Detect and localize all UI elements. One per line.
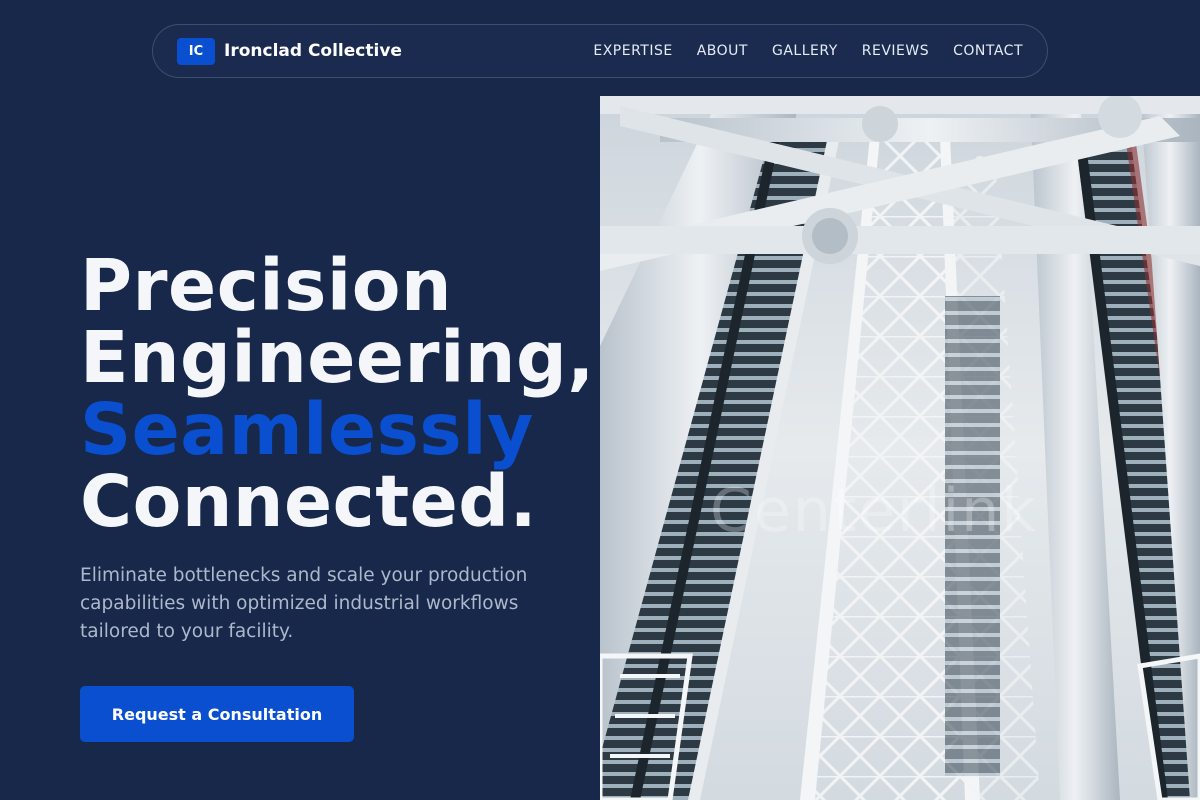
nav-link-about[interactable]: ABOUT [697,43,748,59]
image-watermark: Centerlink [710,476,1039,546]
nav-link-gallery[interactable]: GALLERY [772,43,838,59]
nav-link-contact[interactable]: CONTACT [953,43,1023,59]
request-consultation-button[interactable]: Request a Consultation [80,686,354,742]
hero-image: Centerlink [600,96,1200,800]
hero-title-line-2: Engineering, [80,316,595,399]
nav-link-reviews[interactable]: REVIEWS [862,43,929,59]
hero-title-accent: Seamlessly [80,388,534,471]
nav-link-expertise[interactable]: EXPERTISE [593,43,672,59]
hero-title-line-1: Precision [80,244,453,327]
top-nav: IC Ironclad Collective EXPERTISE ABOUT G… [152,24,1048,78]
nav-links: EXPERTISE ABOUT GALLERY REVIEWS CONTACT [593,43,1023,59]
brand-logo-mark: IC [177,37,215,65]
landing-page: IC Ironclad Collective EXPERTISE ABOUT G… [0,0,1200,800]
brand-name: Ironclad Collective [224,41,402,61]
industrial-structure-illustration [600,96,1200,800]
hero-subtitle: Eliminate bottlenecks and scale your pro… [80,565,528,642]
hero-title-line-4: Connected. [80,460,538,543]
brand[interactable]: IC Ironclad Collective [177,37,402,65]
hero-title: Precision Engineering, Seamlessly Connec… [80,250,610,538]
